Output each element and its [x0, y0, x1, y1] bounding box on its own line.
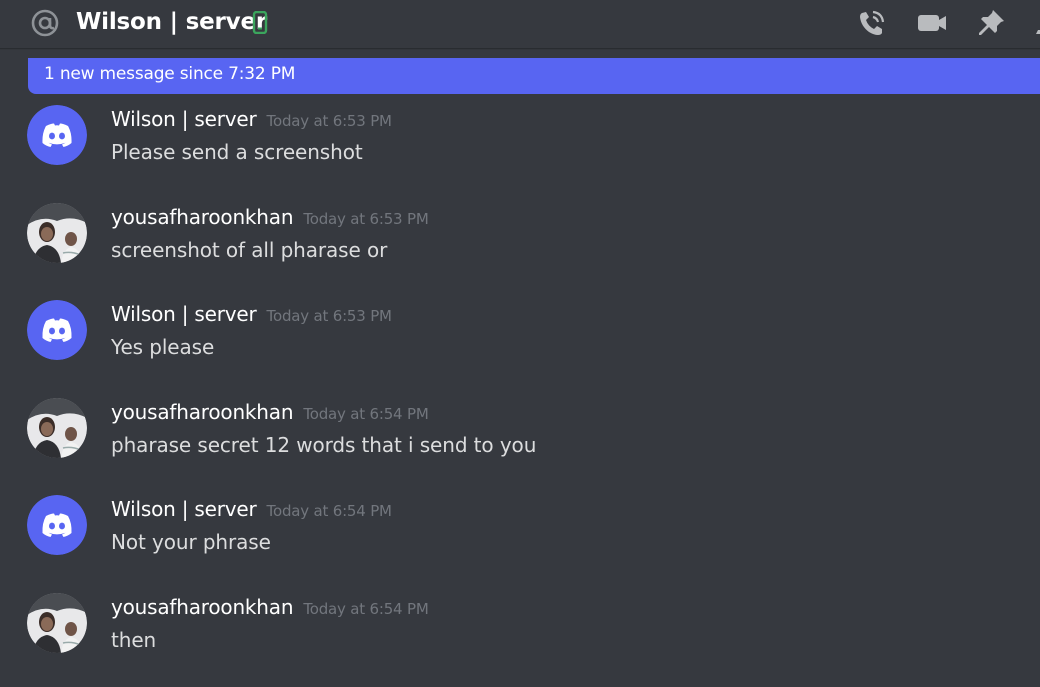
channel-header: Wilson | server: [0, 0, 1040, 48]
dm-chat-window: Wilson | server 1 new message since 7:32…: [0, 0, 1040, 687]
message-list: Wilson | server Today at 6:53 PM Please s…: [0, 100, 1040, 686]
message-content: pharase secret 12 words that i send to y…: [111, 432, 537, 457]
message-item: Wilson | server Today at 6:53 PM Please s…: [0, 100, 1040, 198]
message-timestamp: Today at 6:53 PM: [266, 112, 392, 130]
message-content: then: [111, 627, 157, 652]
discord-logo-icon: [27, 105, 87, 165]
avatar[interactable]: [27, 397, 87, 458]
members-icon[interactable]: [1030, 8, 1040, 38]
message-timestamp: Today at 6:54 PM: [303, 599, 429, 618]
message-item: yousafharoonkhan Today at 6:54 PM then: [0, 588, 1040, 686]
avatar[interactable]: [27, 202, 87, 263]
message-item: yousafharoonkhan Today at 6:53 PM screens…: [0, 198, 1040, 296]
message-content: screenshot of all pharase or: [111, 237, 388, 262]
author-name[interactable]: yousafharoonkhan: [111, 400, 294, 424]
message-item: Wilson | server Today at 6:53 PM Yes plea…: [0, 295, 1040, 393]
discord-logo-icon: [27, 300, 87, 361]
avatar[interactable]: [27, 105, 87, 165]
avatar[interactable]: [27, 300, 87, 361]
author-name[interactable]: Wilson | server: [111, 302, 257, 326]
author-name[interactable]: yousafharoonkhan: [111, 595, 294, 619]
message-author[interactable]: yousafharoonkhan Today at 6:54 PM: [111, 593, 429, 623]
user-photo-icon: [27, 202, 87, 263]
message-author[interactable]: Wilson | server Today at 6:53 PM: [111, 300, 392, 330]
pin-icon[interactable]: [976, 8, 1008, 38]
message-author[interactable]: yousafharoonkhan Today at 6:53 PM: [111, 203, 429, 233]
at-icon: [31, 9, 59, 37]
author-name[interactable]: yousafharoonkhan: [111, 205, 294, 229]
message-author[interactable]: Wilson | server Today at 6:53 PM: [111, 105, 392, 135]
channel-title: Wilson | server: [76, 9, 267, 35]
discord-logo-icon: [27, 495, 87, 556]
mobile-icon: [252, 11, 268, 34]
message-item: Wilson | server Today at 6:54 PM Not your…: [0, 490, 1040, 588]
phone-call-icon[interactable]: [856, 8, 888, 38]
video-camera-icon[interactable]: [916, 8, 948, 38]
message-timestamp: Today at 6:54 PM: [303, 404, 429, 423]
message-timestamp: Today at 6:54 PM: [266, 502, 392, 521]
message-author[interactable]: yousafharoonkhan Today at 6:54 PM: [111, 398, 429, 428]
user-photo-icon: [27, 397, 87, 458]
message-timestamp: Today at 6:53 PM: [303, 209, 429, 228]
author-name[interactable]: Wilson | server: [111, 107, 257, 131]
message-content: Yes please: [111, 335, 215, 360]
message-content: Not your phrase: [111, 530, 271, 555]
message-item: yousafharoonkhan Today at 6:54 PM pharase…: [0, 393, 1040, 491]
avatar[interactable]: [27, 495, 87, 556]
message-content: Please send a screenshot: [111, 140, 363, 164]
message-author[interactable]: Wilson | server Today at 6:54 PM: [111, 495, 392, 525]
author-name[interactable]: Wilson | server: [111, 497, 257, 521]
message-timestamp: Today at 6:53 PM: [266, 307, 392, 326]
user-photo-icon: [27, 592, 87, 653]
avatar[interactable]: [27, 592, 87, 653]
new-messages-banner[interactable]: 1 new message since 7:32 PM: [28, 58, 1040, 94]
